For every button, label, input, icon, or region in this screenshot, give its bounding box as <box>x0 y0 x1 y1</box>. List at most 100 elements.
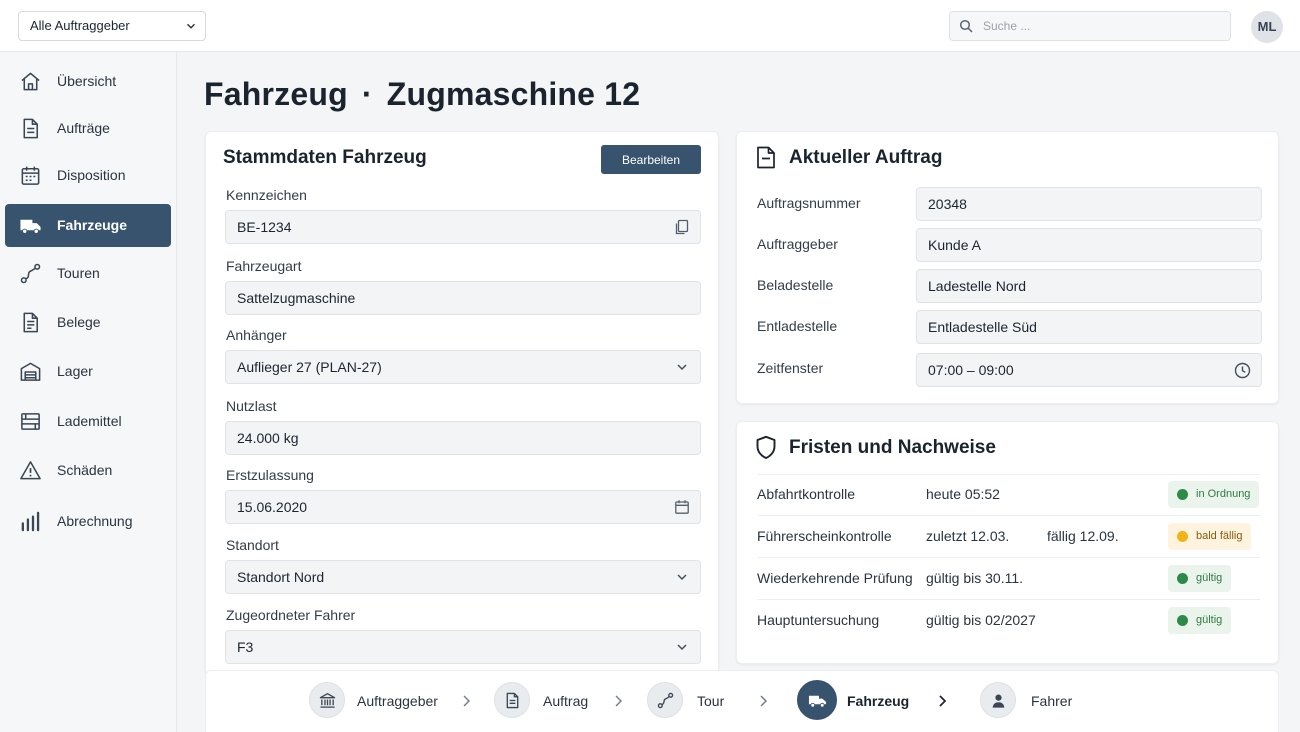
chevron-down-icon <box>677 574 687 581</box>
sidebar-item-label: Fahrzeuge <box>57 217 128 233</box>
field-value: 24.000 kg <box>237 430 299 446</box>
field-value: Auflieger 27 (PLAN-27) <box>237 359 382 375</box>
clock-icon[interactable] <box>1234 362 1251 379</box>
deadlines-title: Fristen und Nachweise <box>789 437 996 458</box>
path-step-label: Tour <box>697 693 725 709</box>
shield-icon <box>756 435 776 459</box>
search-input[interactable] <box>983 12 1223 40</box>
path-step-label: Auftrag <box>543 693 589 709</box>
bank-icon <box>319 693 336 708</box>
field-label: Nutzlast <box>226 398 277 414</box>
sidebar-item-uebersicht[interactable]: Übersicht <box>5 60 171 103</box>
document-icon <box>23 118 38 139</box>
field-value: Ladestelle Nord <box>928 278 1027 294</box>
sidebar-item-label: Übersicht <box>57 73 117 89</box>
page-title-main: Fahrzeug <box>204 76 348 112</box>
deadline-name: Führerscheinkontrolle <box>757 528 892 544</box>
status-badge: bald fällig <box>1168 523 1252 550</box>
field-value: F3 <box>237 639 254 655</box>
client-select-value: Alle Auftraggeber <box>30 18 130 33</box>
truck-icon <box>20 219 41 234</box>
path-step-label: Fahrzeug <box>847 693 910 709</box>
deadline-row[interactable]: Hauptuntersuchung gültig bis 02/2027 gül… <box>757 600 1260 642</box>
chevron-right-icon <box>463 695 470 707</box>
sidebar-item-disposition[interactable]: Disposition <box>5 154 171 197</box>
sidebar-item-schaeden[interactable]: Schäden <box>5 449 171 492</box>
deadline-row[interactable]: Führerscheinkontrolle zuletzt 12.03. fäl… <box>757 516 1260 558</box>
person-icon <box>992 694 1005 708</box>
sidebar-item-fahrzeuge[interactable]: Fahrzeuge <box>5 204 171 247</box>
sidebar-item-label: Lademittel <box>57 413 122 429</box>
deadline-row[interactable]: Abfahrtkontrolle heute 05:52 in Ordnung <box>757 474 1260 516</box>
field-label: Erstzulassung <box>226 467 314 483</box>
route-icon <box>20 263 41 284</box>
deadline-name: Hauptuntersuchung <box>757 612 880 628</box>
path-step-auftraggeber[interactable]: Auftraggeber <box>309 682 449 720</box>
path-step-label: Fahrer <box>1031 693 1073 709</box>
license-plate-field[interactable]: BE-1234 <box>225 210 701 244</box>
truck-icon <box>808 695 827 708</box>
path-step-circle <box>980 682 1016 718</box>
sidebar-item-belege[interactable]: Belege <box>5 301 171 344</box>
field-label: Zugeordneter Fahrer <box>226 607 356 623</box>
field-label: Kennzeichen <box>226 187 307 203</box>
field-label: Anhänger <box>226 327 287 343</box>
deadline-info: gültig bis 02/2027 <box>926 612 1036 628</box>
path-step-fahrer[interactable]: Fahrer <box>980 682 1080 720</box>
field-label: Auftraggeber <box>757 236 838 252</box>
path-step-label: Auftraggeber <box>357 693 438 709</box>
payload-field[interactable]: 24.000 kg <box>225 421 701 455</box>
calendar-icon <box>21 166 40 185</box>
field-label: Beladestelle <box>757 277 834 293</box>
sidebar-item-label: Disposition <box>57 167 126 183</box>
home-icon <box>21 72 40 91</box>
edit-button[interactable]: Bearbeiten <box>601 145 701 174</box>
sidebar-item-lager[interactable]: Lager <box>5 350 171 393</box>
path-step-circle <box>647 682 683 718</box>
document-icon <box>506 692 519 709</box>
path-step-circle <box>797 680 837 720</box>
trailer-select[interactable]: Auflieger 27 (PLAN-27) <box>225 350 701 384</box>
route-icon <box>657 692 674 709</box>
unloading-point-field[interactable]: Entladestelle Süd <box>916 310 1262 344</box>
deadline-due: fällig 12.09. <box>1047 528 1119 544</box>
path-step-auftrag[interactable]: Auftrag <box>494 682 594 720</box>
master-data-title: Stammdaten Fahrzeug <box>223 147 427 168</box>
sidebar-item-touren[interactable]: Touren <box>5 252 171 295</box>
path-step-circle <box>309 682 345 718</box>
warehouse-icon <box>20 362 41 381</box>
loading-point-field[interactable]: Ladestelle Nord <box>916 269 1262 303</box>
top-bar: Alle Auftraggeber ML <box>0 0 1300 52</box>
order-number-field[interactable]: 20348 <box>916 187 1262 221</box>
calendar-icon[interactable] <box>674 499 690 515</box>
sidebar-item-lademittel[interactable]: Lademittel <box>5 400 171 443</box>
location-select[interactable]: Standort Nord <box>225 560 701 594</box>
driver-select[interactable]: F3 <box>225 630 701 664</box>
status-badge: in Ordnung <box>1168 481 1260 508</box>
warning-icon <box>20 461 41 480</box>
registration-date-field[interactable]: 15.06.2020 <box>225 490 701 524</box>
receipt-icon <box>23 312 38 333</box>
deadline-info: zuletzt 12.03. <box>926 528 1010 544</box>
sidebar-item-auftraege[interactable]: Aufträge <box>5 107 171 150</box>
chevron-down-icon <box>677 644 687 651</box>
client-select[interactable]: Alle Auftraggeber <box>18 11 206 41</box>
path-step-tour[interactable]: Tour <box>647 682 737 720</box>
page-title: Fahrzeug · Zugmaschine 12 <box>204 76 640 113</box>
field-value: Sattelzugmaschine <box>237 290 356 306</box>
vehicle-type-field[interactable]: Sattelzugmaschine <box>225 281 701 315</box>
time-window-field[interactable]: 07:00 – 09:00 <box>916 353 1262 387</box>
field-value: Kunde A <box>928 237 981 253</box>
deadline-row[interactable]: Wiederkehrende Prüfung gültig bis 30.11.… <box>757 558 1260 600</box>
deadline-name: Abfahrtkontrolle <box>757 486 856 502</box>
client-field[interactable]: Kunde A <box>916 228 1262 262</box>
page-title-sub: Zugmaschine 12 <box>386 76 641 112</box>
sidebar-item-abrechnung[interactable]: Abrechnung <box>5 500 171 543</box>
search-box <box>949 11 1231 41</box>
user-avatar[interactable]: ML <box>1251 11 1283 43</box>
path-step-fahrzeug[interactable]: Fahrzeug <box>797 680 917 720</box>
field-value: Entladestelle Süd <box>928 319 1037 335</box>
copy-icon[interactable] <box>674 219 690 235</box>
chevron-down-icon <box>677 364 687 371</box>
status-badge: gültig <box>1168 565 1232 592</box>
